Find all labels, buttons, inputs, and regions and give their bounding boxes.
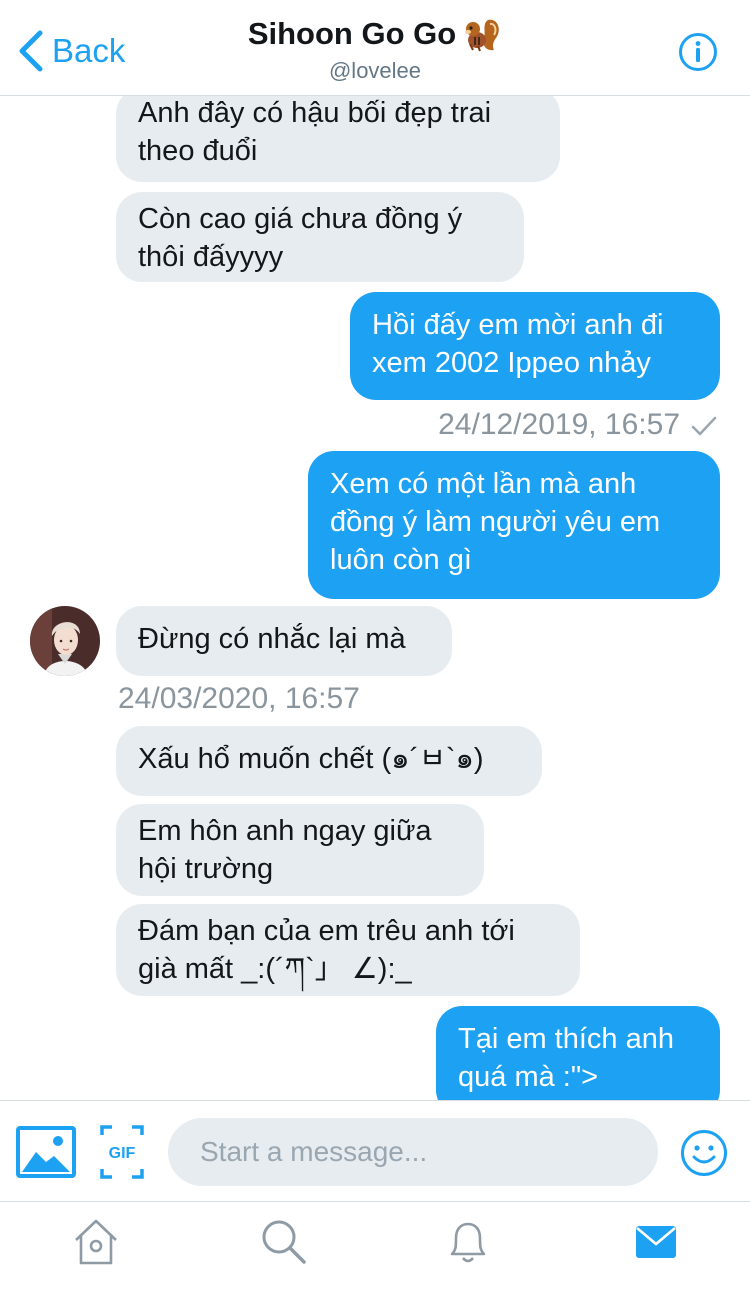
timestamp-text: 24/12/2019, 16:57 — [438, 408, 680, 441]
conversation-header: Back Sihoon Go Go @lovelee — [0, 0, 750, 96]
gif-icon[interactable]: GIF — [100, 1125, 144, 1179]
message-input[interactable] — [168, 1118, 658, 1186]
message-list[interactable]: Anh đây có hậu bối đẹp trai theo đuổi Cò… — [0, 96, 750, 1100]
received-message-bubble[interactable]: Em hôn anh ngay giữa hội trường — [116, 804, 484, 896]
conversation-title-block[interactable]: Sihoon Go Go @lovelee — [0, 14, 750, 84]
emoji-icon[interactable] — [680, 1129, 728, 1177]
received-message-bubble[interactable]: Còn cao giá chưa đồng ý thôi đấyyyy — [116, 192, 524, 282]
message-timestamp: 24/12/2019, 16:57 — [438, 408, 718, 442]
bell-icon[interactable] — [442, 1216, 494, 1268]
avatar-photo-icon — [30, 606, 100, 676]
page-title: Sihoon Go Go — [247, 16, 457, 51]
info-icon[interactable] — [678, 32, 718, 72]
home-icon[interactable] — [70, 1216, 122, 1268]
sent-check-icon — [691, 416, 717, 436]
image-icon[interactable] — [16, 1126, 76, 1178]
user-handle: @lovelee — [328, 58, 422, 83]
received-message-bubble[interactable]: Đừng có nhắc lại mà — [116, 606, 452, 676]
sent-message-bubble[interactable]: Hồi đấy em mời anh đi xem 2002 Ippeo nhả… — [350, 292, 720, 400]
received-message-bubble[interactable]: Anh đây có hậu bối đẹp trai theo đuổi — [116, 96, 560, 182]
message-composer: GIF — [0, 1100, 750, 1201]
sent-message-bubble[interactable]: Xem có một lần mà anh đồng ý làm người y… — [308, 451, 720, 599]
chipmunk-emoji-icon — [465, 19, 499, 52]
gif-label: GIF — [109, 1145, 136, 1162]
bottom-tab-bar — [0, 1201, 750, 1301]
message-timestamp: 24/03/2020, 16:57 — [118, 682, 360, 715]
received-message-bubble[interactable]: Xấu hổ muốn chết (๑´ㅂ`๑) — [116, 726, 542, 796]
received-message-bubble[interactable]: Đám bạn của em trêu anh tới già mất _:(´… — [116, 904, 580, 996]
sent-message-bubble[interactable]: Tại em thích anh quá mà :"> — [436, 1006, 720, 1100]
mail-icon[interactable] — [630, 1216, 682, 1268]
search-icon[interactable] — [258, 1216, 310, 1268]
avatar[interactable] — [30, 606, 100, 676]
